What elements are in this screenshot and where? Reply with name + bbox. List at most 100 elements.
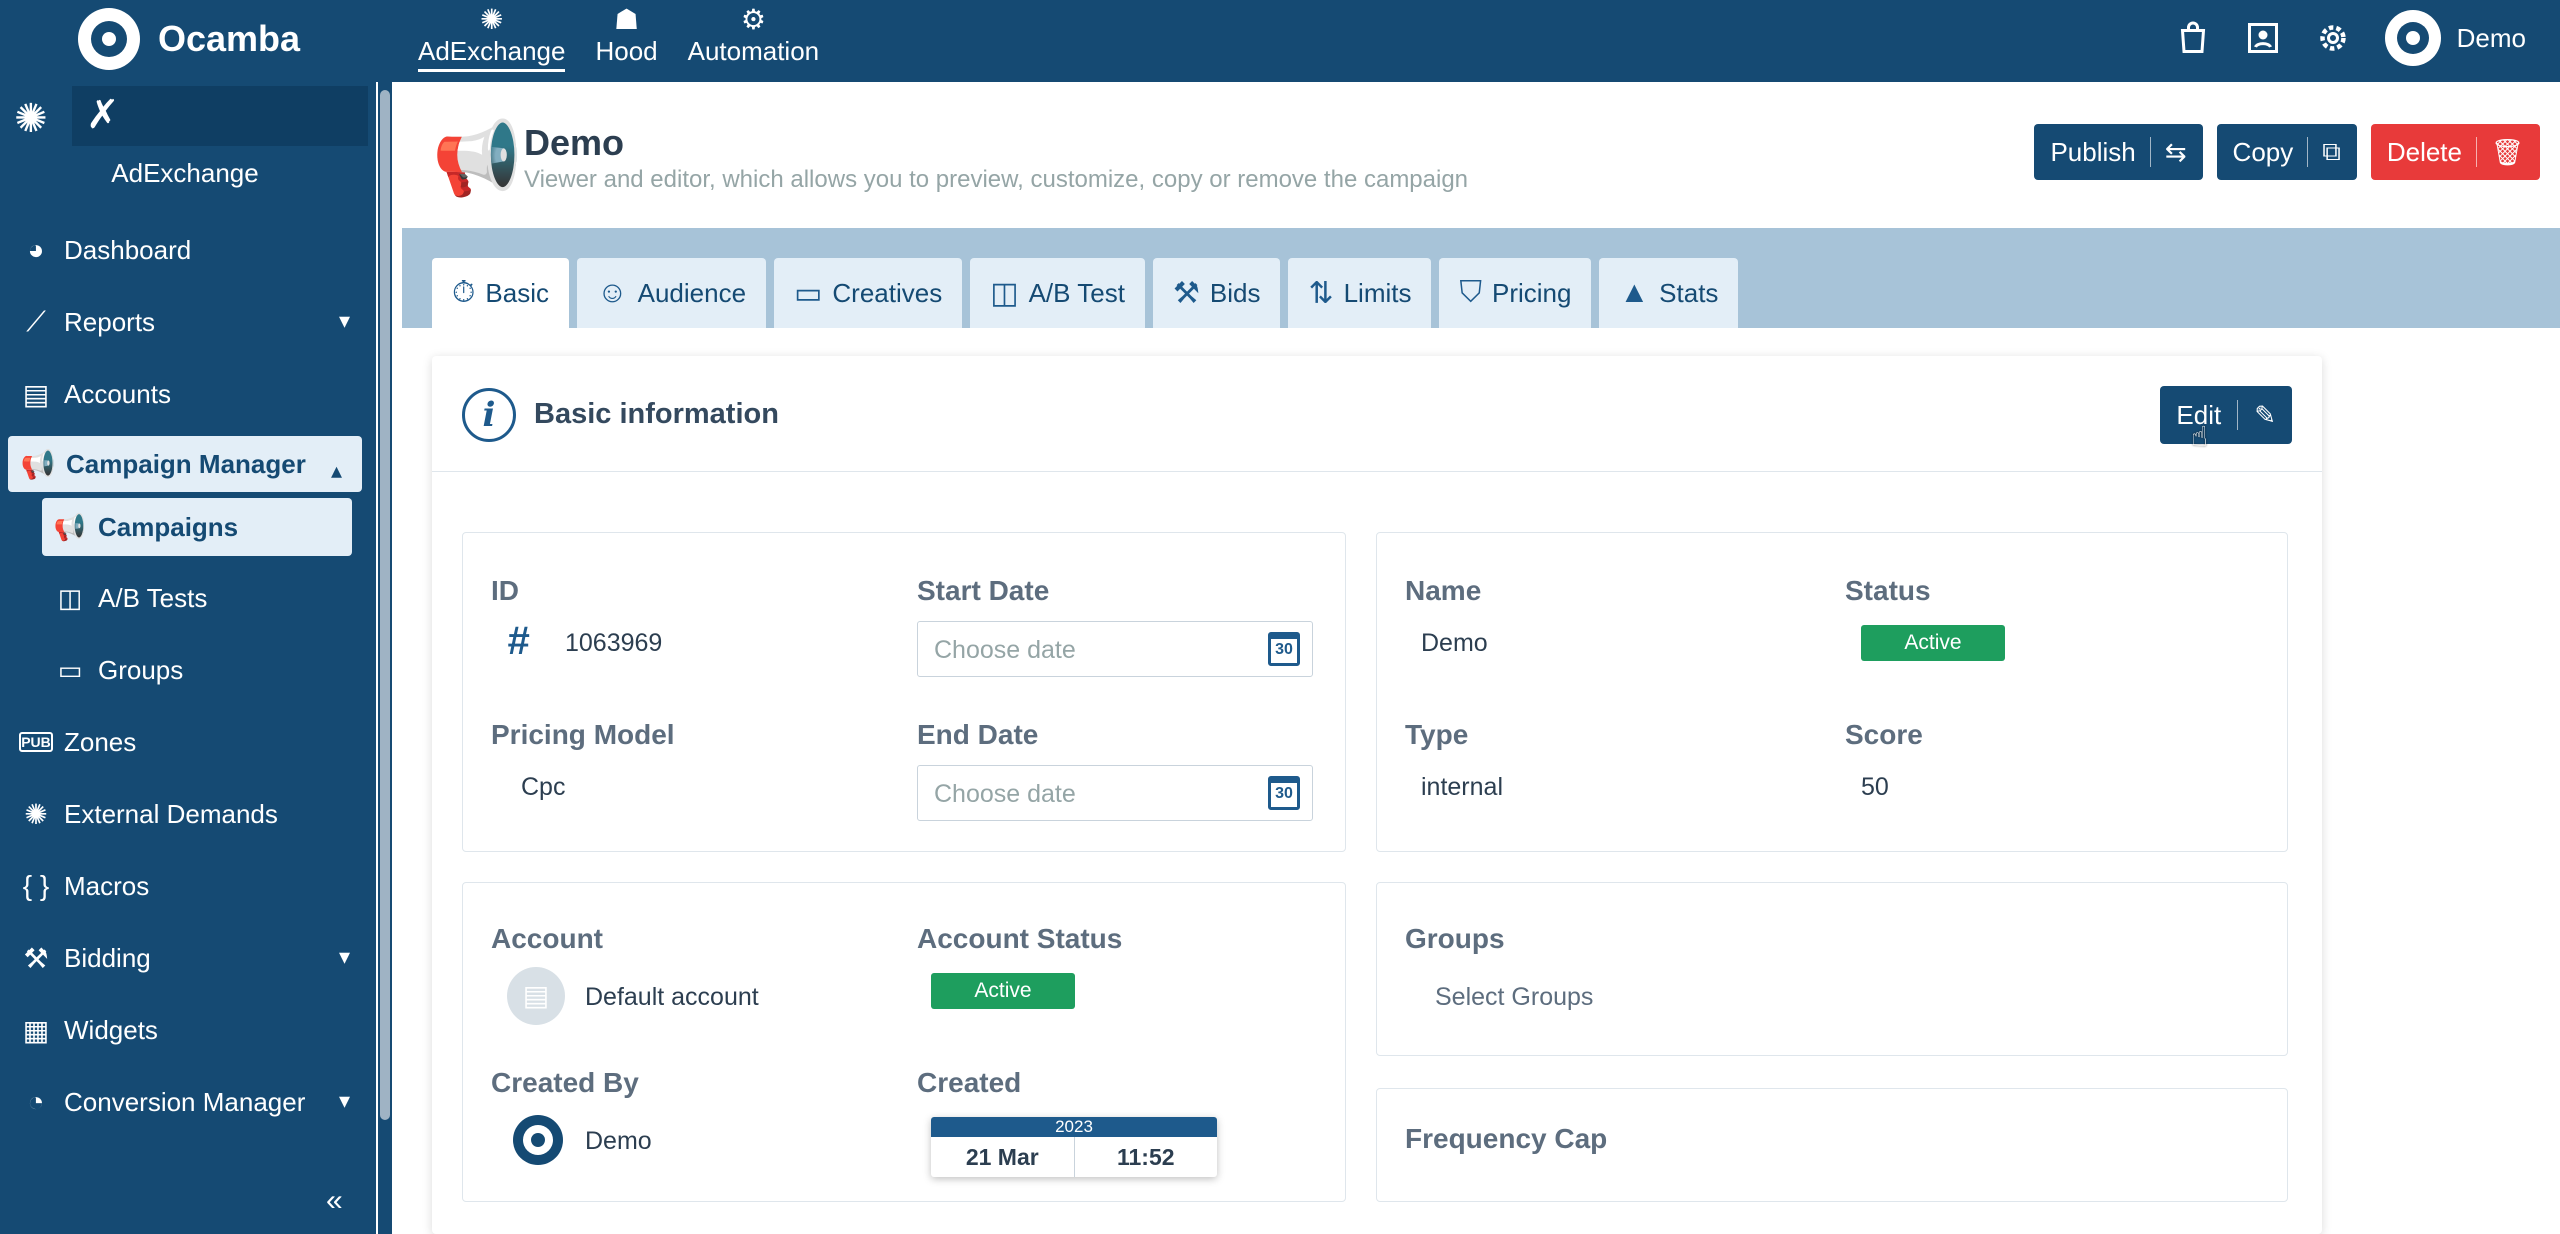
page-subtitle: Viewer and editor, which allows you to p…: [524, 166, 1469, 193]
building-icon: ▤: [507, 967, 565, 1025]
tab-ab-test[interactable]: ◫ A/B Test: [970, 258, 1145, 328]
tab-basic[interactable]: ⏱ Basic: [432, 258, 569, 328]
ocamba-logo-icon: [78, 8, 140, 70]
bag-icon[interactable]: [2175, 20, 2211, 56]
contacts-icon[interactable]: [2245, 20, 2281, 56]
copy-button[interactable]: Copy ⧉: [2216, 124, 2357, 180]
sidebar-item-reports[interactable]: ⟋ Reports ▾: [0, 286, 370, 358]
top-right-tools: Demo: [2175, 10, 2526, 66]
megaphone-icon: 📢: [20, 448, 56, 480]
tab-limits[interactable]: ⇅ Limits: [1288, 258, 1432, 328]
created-by-label: Created By: [491, 1067, 639, 1098]
edit-button[interactable]: Edit ✎: [2160, 386, 2292, 444]
tab-pricing[interactable]: ⛉ Pricing: [1439, 258, 1592, 328]
gear-icon[interactable]: [2315, 20, 2351, 56]
brand-name: Ocamba: [158, 18, 301, 59]
sidebar-item-conversion-manager[interactable]: ◔ Conversion Manager ▾: [0, 1066, 370, 1138]
tools-tab[interactable]: ✗: [72, 86, 368, 146]
groups-label: Groups: [1405, 923, 1505, 954]
tab-label: Pricing: [1491, 277, 1572, 308]
topnav-label: Automation: [687, 36, 820, 66]
end-date-input[interactable]: Choose date 30: [917, 765, 1313, 821]
account-status-label: Account Status: [917, 923, 1123, 954]
folder-icon: ▭: [57, 654, 83, 685]
tab-label: Basic: [485, 277, 549, 308]
sidebar-item-campaign-manager[interactable]: 📢 Campaign Manager ▴: [8, 436, 362, 492]
stats-icon: ▲: [1619, 276, 1650, 309]
calendar-icon[interactable]: 30: [1268, 776, 1300, 810]
sidebar-item-bidding[interactable]: ⚒ Bidding ▾: [0, 922, 370, 994]
score-label: Score: [1845, 719, 1923, 750]
card-header: i Basic information Edit ✎ ☝: [432, 356, 2322, 472]
pub-icon: PUB: [19, 732, 53, 752]
top-nav: ✺ AdExchange ☗ Hood ⚙ Automation: [418, 4, 819, 72]
collapse-sidebar-icon[interactable]: «: [326, 1184, 343, 1218]
topnav-adexchange[interactable]: ✺ AdExchange: [418, 4, 566, 72]
end-date-label: End Date: [917, 719, 1039, 750]
tab-creatives[interactable]: ▭ Creatives: [774, 258, 963, 328]
audience-icon: ☺: [596, 276, 628, 309]
tab-label: Limits: [1343, 277, 1412, 308]
sidebar-item-external-demands[interactable]: ✺ External Demands: [0, 778, 370, 850]
user-name: Demo: [2456, 22, 2526, 53]
pencil-icon: ✎: [2254, 399, 2276, 430]
sidebar-item-ab-tests[interactable]: ◫ A/B Tests: [0, 562, 370, 634]
ab-icon: ◫: [990, 276, 1019, 310]
sidebar-item-widgets[interactable]: ▦ Widgets: [0, 994, 370, 1066]
created-date: 21 Mar: [931, 1137, 1075, 1177]
sidebar-item-campaigns[interactable]: 📢 Campaigns: [42, 498, 352, 556]
sidebar-item-dashboard[interactable]: ◕ Dashboard: [0, 214, 370, 286]
info-icon: i: [462, 388, 516, 442]
calendar-icon[interactable]: 30: [1268, 632, 1300, 666]
sidebar-title: AdExchange: [111, 158, 259, 188]
tab-stats[interactable]: ▲ Stats: [1599, 258, 1739, 328]
created-time: 11:52: [1116, 1144, 1175, 1170]
groups-select[interactable]: Select Groups: [1435, 983, 1593, 1012]
panel-account: Account ▤ Default account Account Status…: [462, 882, 1346, 1202]
sidebar-scrollbar[interactable]: [378, 82, 392, 1234]
delete-button[interactable]: Delete 🗑: [2370, 124, 2540, 180]
scrollbar-thumb[interactable]: [380, 90, 390, 1120]
account-value[interactable]: Default account: [585, 983, 759, 1012]
sidebar-item-label: Groups: [98, 654, 184, 685]
topnav-label: AdExchange: [418, 36, 566, 72]
dashboard-icon: ◕: [27, 234, 45, 265]
sidebar-item-label: Accounts: [64, 378, 171, 409]
hand-cursor-icon: ☝: [2190, 421, 2208, 452]
topnav-automation[interactable]: ⚙ Automation: [688, 4, 820, 72]
copy-icon: ⧉: [2322, 136, 2341, 166]
start-date-input[interactable]: Choose date 30: [917, 621, 1313, 677]
sidebar-item-label: Campaign Manager: [66, 448, 306, 479]
topnav-label: Hood: [595, 36, 658, 66]
trash-icon: 🗑: [2490, 136, 2524, 167]
sidebar-item-macros[interactable]: { } Macros: [0, 850, 370, 922]
hood-icon: ☗: [613, 4, 640, 35]
sidebar-item-accounts[interactable]: ▤ Accounts: [0, 358, 370, 430]
panel-id-dates: ID # 1063969 Start Date Choose date 30 P…: [462, 532, 1346, 852]
tab-audience[interactable]: ☺ Audience: [576, 258, 767, 328]
copy-label: Copy: [2232, 136, 2294, 167]
tab-label: Creatives: [832, 277, 943, 308]
sidebar-item-label: Campaigns: [98, 511, 239, 542]
price-tag-icon: ⛉: [1459, 276, 1482, 309]
end-date-placeholder: Choose date: [934, 780, 1076, 808]
brand[interactable]: Ocamba: [78, 8, 300, 70]
sun-icon: ✺: [479, 4, 504, 35]
tab-label: A/B Test: [1028, 277, 1125, 308]
ab-icon: ◫: [57, 582, 83, 613]
sun-icon[interactable]: ✺: [14, 96, 48, 142]
user-menu[interactable]: Demo: [2384, 10, 2526, 66]
tab-bids[interactable]: ⚒ Bids: [1152, 258, 1281, 328]
topnav-hood[interactable]: ☗ Hood: [595, 4, 657, 72]
sidebar-menu: ◕ Dashboard ⟋ Reports ▾ ▤ Accounts 📢 Cam…: [0, 214, 370, 1138]
divider: [2237, 400, 2239, 430]
divider: [2307, 137, 2309, 167]
gavel-icon: ⚒: [23, 942, 49, 974]
limits-icon: ⇅: [1308, 276, 1334, 310]
sun-icon: ✺: [24, 798, 48, 830]
conversion-icon: ◔: [27, 1086, 45, 1117]
start-date-label: Start Date: [917, 575, 1050, 606]
publish-button[interactable]: Publish ⇆: [2034, 124, 2203, 180]
sidebar-item-zones[interactable]: PUB Zones: [0, 706, 370, 778]
sidebar-item-groups[interactable]: ▭ Groups: [0, 634, 370, 706]
